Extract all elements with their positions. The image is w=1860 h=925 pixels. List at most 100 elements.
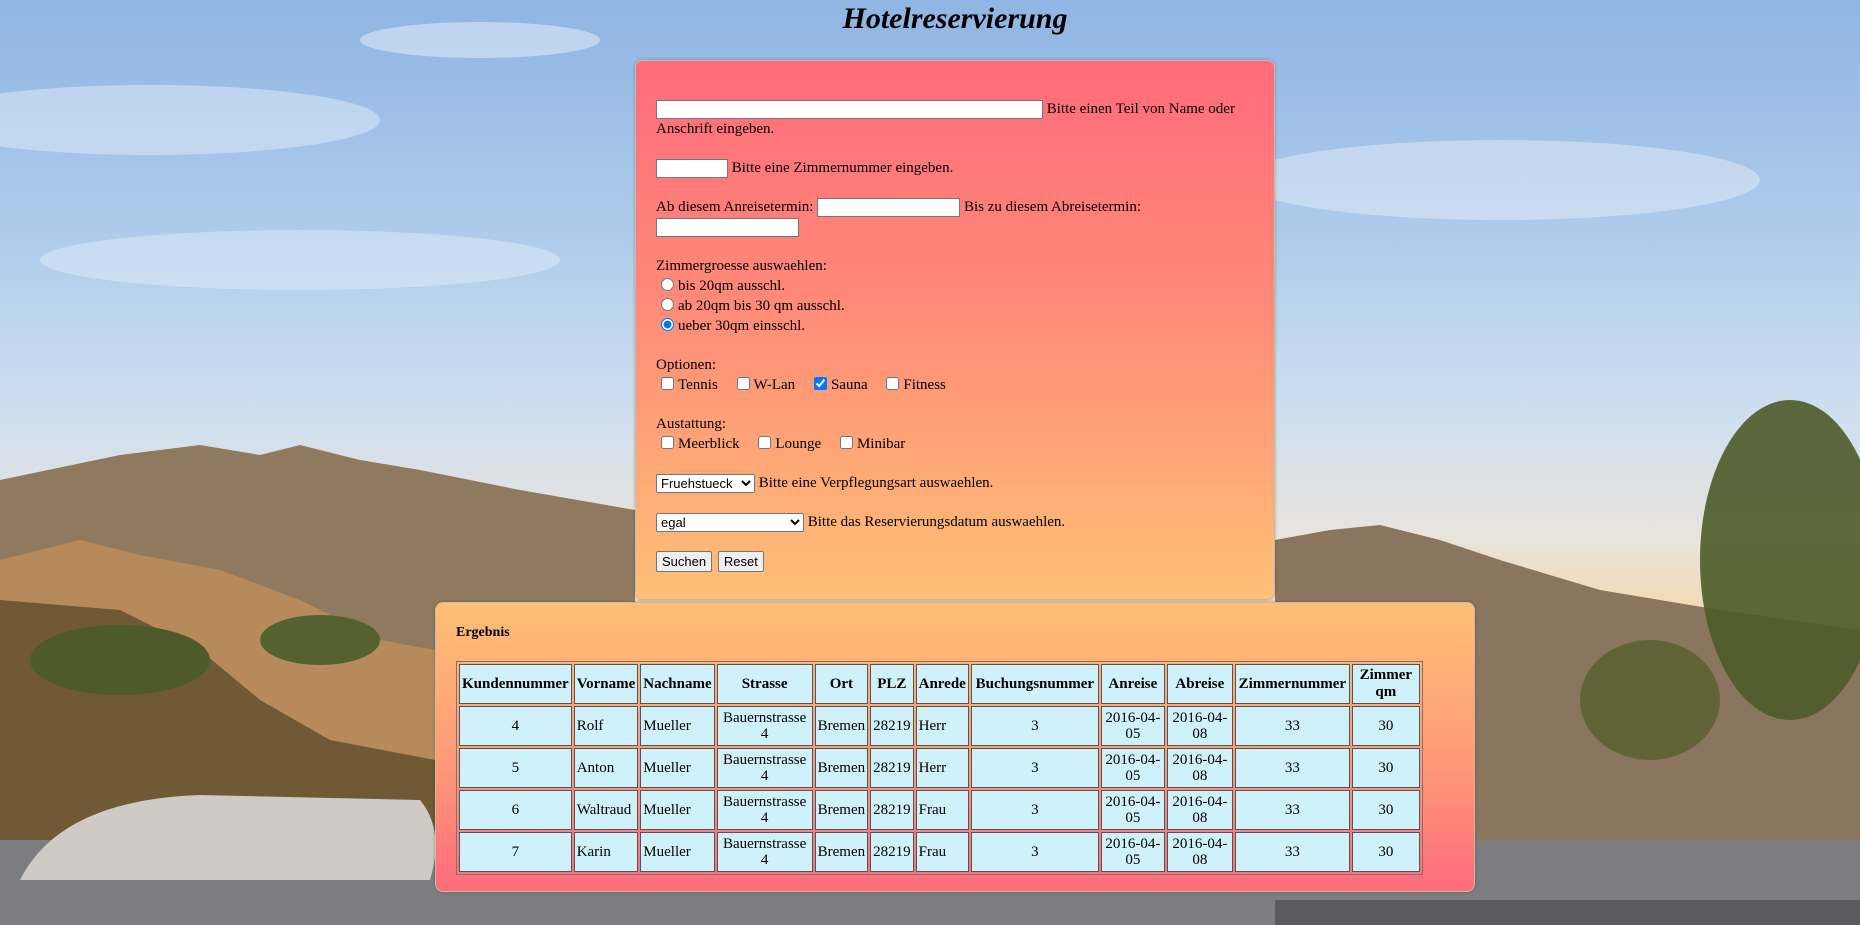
result-title: Ergebnis — [456, 625, 510, 640]
lounge-checkbox[interactable] — [758, 436, 772, 450]
table-cell: Bremen — [814, 706, 869, 746]
search-button[interactable]: Suchen — [656, 551, 713, 573]
table-cell: Herr — [915, 748, 969, 788]
table-cell: 33 — [1234, 790, 1350, 830]
table-cell: 30 — [1351, 790, 1420, 830]
table-cell: 5 — [459, 748, 572, 788]
table-row: 4 Rolf Mueller Bauernstrasse 4 Bremen 28219 He… — [459, 706, 1420, 746]
size-radio-large[interactable] — [661, 318, 674, 332]
minibar-checkbox[interactable] — [839, 436, 853, 450]
column-header: Abreise — [1166, 664, 1233, 704]
column-header: Kundennummer — [459, 664, 572, 704]
table-cell: Frau — [915, 790, 969, 830]
reservation-date-select[interactable]: egal — [656, 513, 804, 533]
table-cell: Bauernstrasse 4 — [716, 706, 813, 746]
table-cell: 3 — [970, 748, 1099, 788]
table-row: 5 Anton Mueller Bauernstrasse 4 Bremen 28219 H… — [459, 748, 1420, 788]
column-header: Zimmernummer — [1234, 664, 1350, 704]
size-radio-small[interactable] — [661, 278, 674, 292]
table-cell: 33 — [1234, 832, 1350, 872]
reservation-date-hint: Bitte das Reservierungsdatum auswaehlen. — [807, 514, 1066, 531]
size-option-large[interactable]: ueber 30qm einsschl. — [656, 316, 1254, 336]
table-cell: 30 — [1351, 706, 1420, 746]
table-cell: 28219 — [870, 706, 914, 746]
room-number-hint: Bitte eine Zimmernummer eingeben. — [731, 160, 954, 177]
equipment-minibar[interactable]: Minibar — [835, 436, 905, 452]
column-header: Vorname — [573, 664, 639, 704]
table-cell: Waltraud — [573, 790, 639, 830]
table-cell: 3 — [970, 790, 1099, 830]
meal-type-select[interactable]: Fruehstueck — [656, 474, 755, 494]
table-cell: Mueller — [640, 832, 715, 872]
table-cell: 3 — [970, 706, 1099, 746]
option-sauna[interactable]: Sauna — [809, 377, 868, 393]
tennis-checkbox[interactable] — [661, 377, 674, 391]
table-cell: Bauernstrasse 4 — [716, 832, 813, 872]
column-header: Buchungsnummer — [970, 664, 1099, 704]
column-header: PLZ — [870, 664, 914, 704]
search-form: Bitte einen Teil von Name oder Anschrift… — [635, 60, 1275, 600]
table-cell: 4 — [459, 706, 572, 746]
table-cell: 33 — [1234, 748, 1350, 788]
table-cell: 2016-04-08 — [1166, 748, 1233, 788]
table-cell: Anton — [573, 748, 639, 788]
column-header: Anrede — [915, 664, 969, 704]
fitness-checkbox[interactable] — [886, 377, 900, 391]
result-table: Kundennummer Vorname Nachname Strasse Or… — [456, 661, 1423, 875]
option-fitness[interactable]: Fitness — [881, 377, 946, 393]
table-row: 6 Waltraud Mueller Bauernstrasse 4 Bremen 282… — [459, 790, 1420, 830]
table-cell: Rolf — [573, 706, 639, 746]
reset-button[interactable]: Reset — [717, 551, 764, 573]
table-header-row: Kundennummer Vorname Nachname Strasse Or… — [459, 664, 1420, 704]
table-cell: Herr — [915, 706, 969, 746]
departure-label: Bis zu diesem Abreisetermin: — [963, 199, 1142, 216]
arrival-label: Ab diesem Anreisetermin: — [656, 199, 814, 216]
column-header: Anreise — [1100, 664, 1165, 704]
equipment-lounge[interactable]: Lounge — [753, 436, 821, 452]
arrival-date-input[interactable] — [817, 198, 961, 218]
room-number-input[interactable] — [656, 159, 728, 179]
equipment-label: Austattung: — [656, 416, 726, 433]
option-tennis[interactable]: Tennis — [656, 377, 718, 393]
table-cell: 28219 — [870, 748, 914, 788]
sauna-checkbox[interactable] — [813, 377, 827, 391]
meal-type-hint: Bitte eine Verpflegungsart auswaehlen. — [758, 475, 994, 492]
meerblick-checkbox[interactable] — [661, 436, 674, 450]
table-cell: Karin — [573, 832, 639, 872]
table-cell: Frau — [915, 832, 969, 872]
result-table-body: 4 Rolf Mueller Bauernstrasse 4 Bremen 28219 He… — [459, 706, 1420, 872]
page-title: Hotelreservierung — [842, 2, 1068, 35]
table-cell: Bremen — [814, 748, 869, 788]
table-cell: 2016-04-05 — [1100, 748, 1165, 788]
size-option-small[interactable]: bis 20qm ausschl. — [656, 276, 1254, 296]
room-size-label: Zimmergroesse auswaehlen: — [656, 258, 827, 275]
table-cell: 6 — [459, 790, 572, 830]
wlan-checkbox[interactable] — [736, 377, 750, 391]
column-header: Zimmer qm — [1351, 664, 1420, 704]
table-cell: 28219 — [870, 790, 914, 830]
departure-date-input[interactable] — [656, 218, 799, 238]
size-radio-medium[interactable] — [661, 298, 674, 312]
options-label: Optionen: — [656, 357, 716, 374]
table-cell: 3 — [970, 832, 1099, 872]
table-cell: 2016-04-08 — [1166, 706, 1233, 746]
option-wlan[interactable]: W-Lan — [732, 377, 795, 393]
table-cell: 2016-04-05 — [1100, 706, 1165, 746]
table-cell: Mueller — [640, 706, 715, 746]
table-cell: 33 — [1234, 706, 1350, 746]
column-header: Ort — [814, 664, 869, 704]
table-cell: 28219 — [870, 832, 914, 872]
table-cell: 30 — [1351, 748, 1420, 788]
table-cell: 2016-04-08 — [1166, 832, 1233, 872]
size-option-medium[interactable]: ab 20qm bis 30 qm ausschl. — [656, 296, 1254, 316]
table-cell: 2016-04-05 — [1100, 790, 1165, 830]
name-address-input[interactable] — [656, 100, 1043, 120]
equipment-meerblick[interactable]: Meerblick — [656, 436, 740, 452]
column-header: Strasse — [716, 664, 813, 704]
table-cell: 30 — [1351, 832, 1420, 872]
table-cell: Mueller — [640, 790, 715, 830]
result-panel: Ergebnis Kundennummer Vorname Nachname S… — [435, 602, 1475, 892]
table-cell: 7 — [459, 832, 572, 872]
table-cell: Mueller — [640, 748, 715, 788]
table-cell: 2016-04-05 — [1100, 832, 1165, 872]
